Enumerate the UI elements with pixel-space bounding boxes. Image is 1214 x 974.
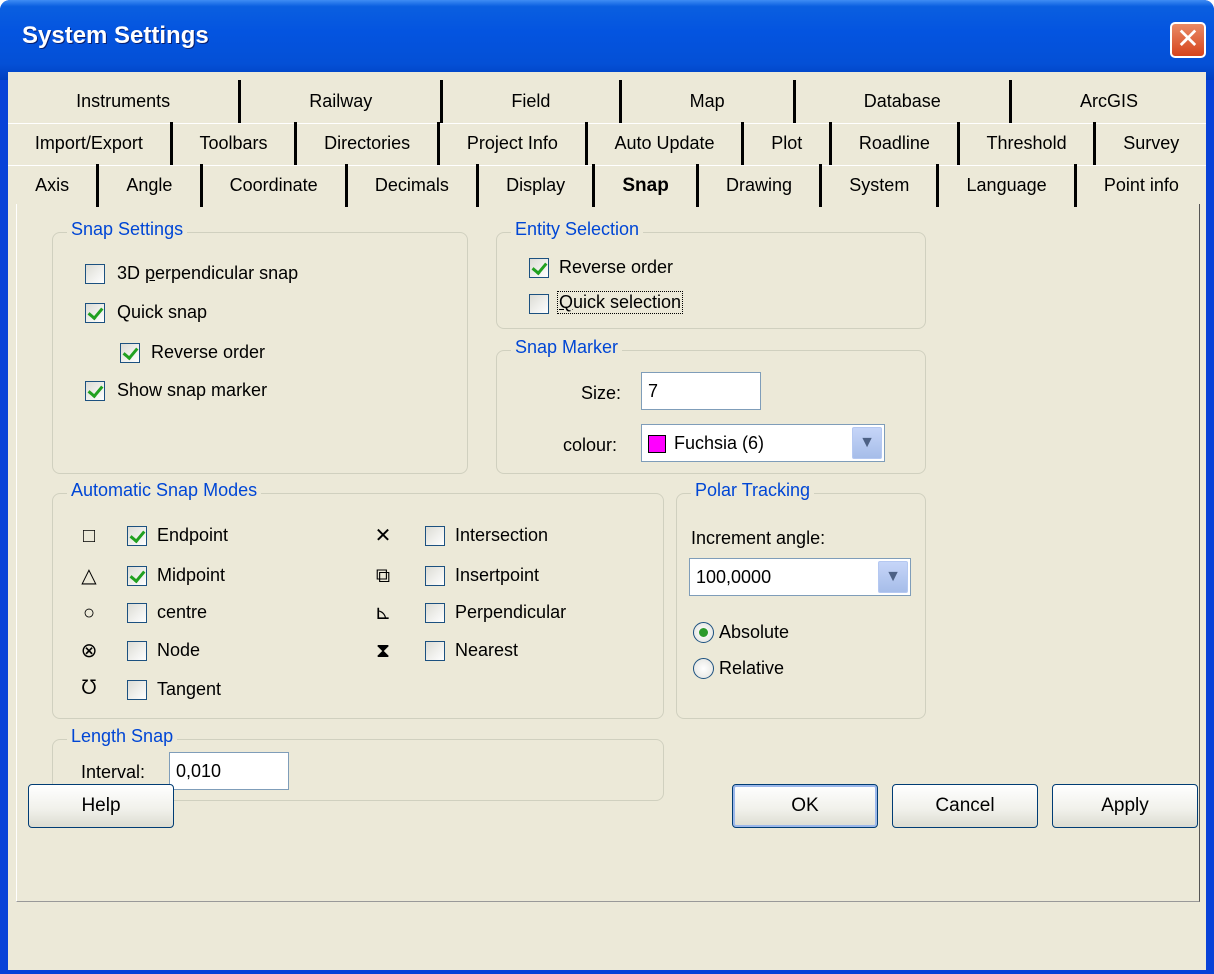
dialog-window: System Settings ✕ Instruments Railway Fi…: [0, 0, 1214, 974]
tab-project-info[interactable]: Project Info: [440, 122, 588, 165]
help-button[interactable]: Help: [28, 784, 174, 828]
tab-arcgis[interactable]: ArcGIS: [1012, 80, 1206, 123]
tab-threshold[interactable]: Threshold: [960, 122, 1097, 165]
tab-point-info[interactable]: Point info: [1077, 164, 1206, 207]
title-bar[interactable]: System Settings ✕: [0, 0, 1214, 80]
tab-row-3: Axis Angle Coordinate Decimals Display S…: [8, 164, 1206, 207]
tab-database[interactable]: Database: [796, 80, 1012, 123]
close-icon: ✕: [1176, 23, 1200, 54]
tab-plot[interactable]: Plot: [744, 122, 833, 165]
tab-directories[interactable]: Directories: [297, 122, 440, 165]
tab-auto-update[interactable]: Auto Update: [588, 122, 745, 165]
tab-system[interactable]: System: [822, 164, 940, 207]
tab-language[interactable]: Language: [939, 164, 1077, 207]
tab-drawing[interactable]: Drawing: [699, 164, 823, 207]
tab-display[interactable]: Display: [479, 164, 596, 207]
close-button[interactable]: ✕: [1170, 22, 1206, 58]
tab-railway[interactable]: Railway: [241, 80, 444, 123]
tab-survey[interactable]: Survey: [1096, 122, 1206, 165]
cancel-button[interactable]: Cancel: [892, 784, 1038, 828]
dialog-client: Instruments Railway Field Map Database A…: [8, 72, 1206, 970]
tab-row-1: Instruments Railway Field Map Database A…: [8, 80, 1206, 123]
tab-row-2: Import/Export Toolbars Directories Proje…: [8, 122, 1206, 165]
tab-roadline[interactable]: Roadline: [832, 122, 960, 165]
tab-snap[interactable]: Snap: [595, 164, 699, 207]
window-title: System Settings: [22, 22, 209, 49]
apply-button[interactable]: Apply: [1052, 784, 1198, 828]
tab-field[interactable]: Field: [443, 80, 622, 123]
tab-axis[interactable]: Axis: [8, 164, 100, 207]
tab-decimals[interactable]: Decimals: [348, 164, 480, 207]
tab-map[interactable]: Map: [622, 80, 796, 123]
tab-instruments[interactable]: Instruments: [8, 80, 242, 123]
tab-coordinate[interactable]: Coordinate: [203, 164, 348, 207]
tab-import-export[interactable]: Import/Export: [8, 122, 173, 165]
tab-angle[interactable]: Angle: [99, 164, 203, 207]
ok-button[interactable]: OK: [732, 784, 878, 828]
tab-toolbars[interactable]: Toolbars: [173, 122, 298, 165]
